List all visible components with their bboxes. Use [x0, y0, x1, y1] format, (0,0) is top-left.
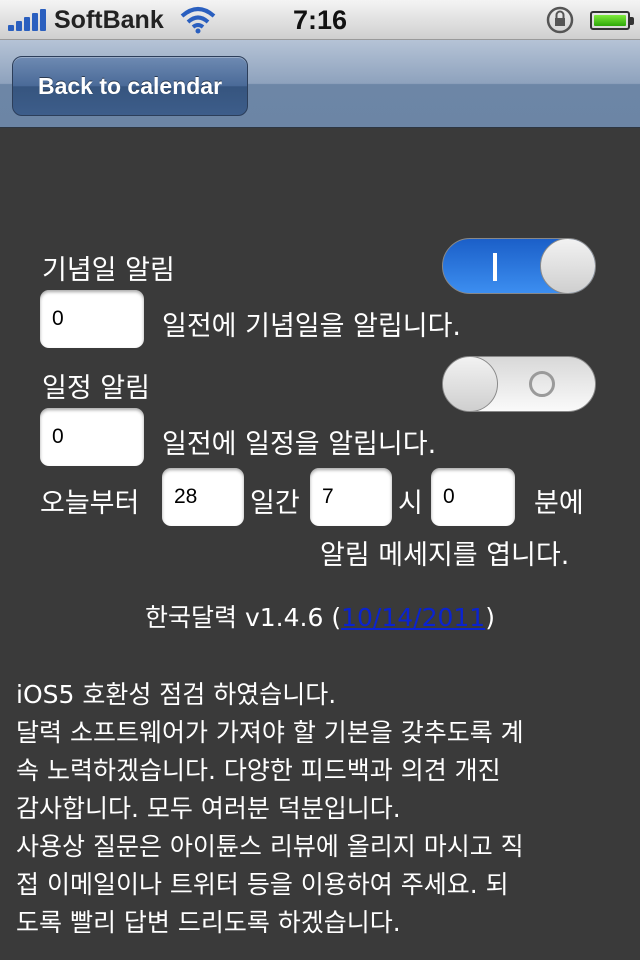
version-info: 한국달력 v1.4.6 (10/14/2011) — [0, 598, 640, 634]
notes-line: 속 노력하겠습니다. 다양한 피드백과 의견 개진 — [16, 756, 501, 785]
schedule-alarm-label: 일정 알림 — [42, 373, 150, 404]
notes-line: 달력 소프트웨어가 가져야 할 기본을 갖추도록 계 — [16, 718, 524, 747]
notes-line: iOS5 호환성 점검 하였습니다. — [16, 680, 337, 709]
back-to-calendar-button[interactable]: Back to calendar — [12, 56, 248, 116]
release-notes: iOS5 호환성 점검 하였습니다. 달력 소프트웨어가 가져야 할 기본을 갖… — [16, 676, 626, 942]
version-text: 한국달력 v1.4.6 ( — [145, 603, 342, 632]
switch-off-mark — [529, 371, 555, 397]
switch-knob — [540, 239, 595, 293]
window-days-unit: 일간 — [250, 488, 300, 519]
anniversary-alarm-label: 기념일 알림 — [42, 255, 175, 286]
version-close: ) — [485, 603, 495, 632]
window-days-input[interactable]: 28 — [162, 468, 244, 526]
anniversary-days-input[interactable]: 0 — [40, 290, 144, 348]
schedule-days-input[interactable]: 0 — [40, 408, 144, 466]
window-minute-unit: 분에 — [534, 488, 584, 519]
window-hour-unit: 시 — [398, 488, 423, 519]
schedule-alarm-switch[interactable] — [442, 356, 596, 412]
window-prefix-label: 오늘부터 — [40, 488, 140, 519]
anniversary-days-suffix: 일전에 기념일을 알립니다. — [162, 311, 461, 342]
battery-icon — [590, 11, 634, 30]
anniversary-alarm-switch[interactable] — [442, 238, 596, 294]
notes-line: 접 이메일이나 트위터 등을 이용하여 주세요. 되 — [16, 870, 509, 899]
status-bar: SoftBank 7:16 — [0, 0, 640, 40]
notes-line: 도록 빨리 답변 드리도록 하겠습니다. — [16, 908, 401, 937]
navigation-bar: Back to calendar — [0, 40, 640, 128]
release-date-link[interactable]: 10/14/2011 — [341, 603, 485, 632]
notes-line: 사용상 질문은 아이튠스 리뷰에 올리지 마시고 직 — [16, 832, 524, 861]
switch-knob — [443, 357, 498, 411]
schedule-days-suffix: 일전에 일정을 알립니다. — [162, 429, 437, 460]
window-minute-input[interactable]: 0 — [431, 468, 515, 526]
window-suffix-label: 알림 메세지를 엽니다. — [320, 540, 570, 571]
switch-on-mark — [493, 253, 497, 281]
notes-line: 감사합니다. 모두 여러분 덕분입니다. — [16, 794, 401, 823]
rotation-lock-icon — [546, 6, 574, 34]
window-hour-input[interactable]: 7 — [310, 468, 392, 526]
